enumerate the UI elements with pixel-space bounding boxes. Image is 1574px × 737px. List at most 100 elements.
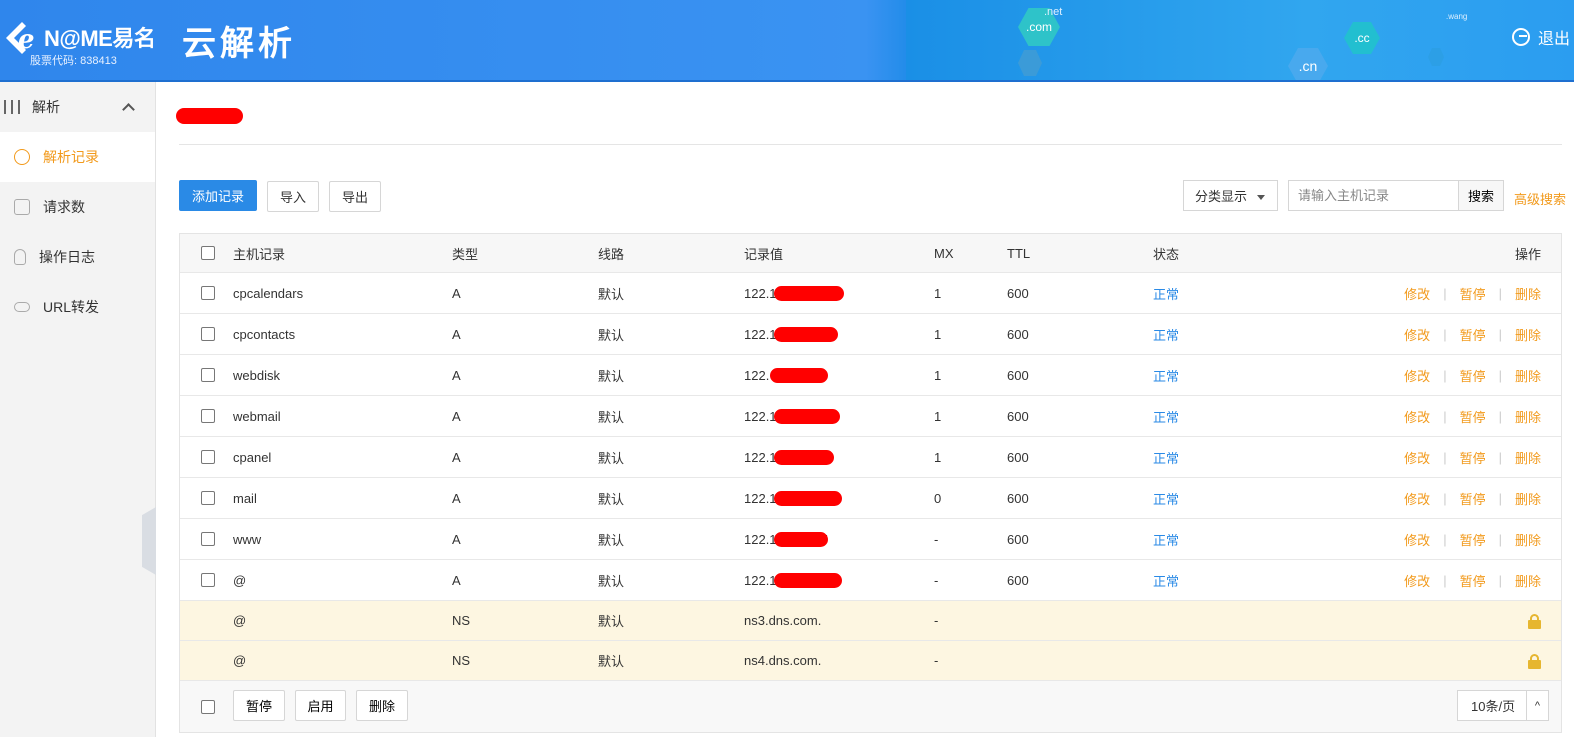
export-button[interactable]: 导出 [329,181,381,212]
value-redaction [774,286,844,301]
category-select[interactable]: 分类显示 [1183,180,1278,211]
separator: | [1443,449,1447,465]
delete-link[interactable]: 删除 [1515,325,1541,344]
row-checkbox[interactable] [201,532,215,546]
table-row: webmail A 默认 122.1 1 600 正常 修改 | 暂停 | 删除 [180,396,1561,437]
value-cell: 122.1 [744,437,834,477]
select-all-checkbox[interactable] [201,246,215,260]
search-button[interactable]: 搜索 [1458,180,1504,211]
line-cell: 默认 [598,491,625,507]
row-checkbox[interactable] [201,450,215,464]
edit-link[interactable]: 修改 [1404,571,1430,590]
line-cell: 默认 [598,327,625,343]
domain-title-redacted [176,108,243,124]
pause-link[interactable]: 暂停 [1460,366,1486,385]
logout-label: 退出 [1538,31,1571,48]
row-checkbox[interactable] [201,286,215,300]
sidebar-item-label: URL转发 [43,299,100,315]
line-cell: 默认 [598,450,625,466]
delete-link[interactable]: 删除 [1515,489,1541,508]
hex-cn: .cn [1288,48,1328,80]
sidebar-item-logs[interactable]: 操作日志 [0,232,155,282]
sidebar-item-records[interactable]: 解析记录 [0,132,155,182]
delete-link[interactable]: 删除 [1515,407,1541,426]
delete-link[interactable]: 删除 [1515,448,1541,467]
type-cell: A [452,490,461,506]
status-cell: 正常 [1153,327,1180,343]
delete-link[interactable]: 删除 [1515,366,1541,385]
host-cell: webdisk [233,367,280,383]
page-size-toggle[interactable]: ^ [1526,691,1548,720]
logout-button[interactable]: 退出 [1512,25,1570,49]
line-cell: 默认 [598,409,625,425]
footer-select-all-checkbox[interactable] [201,699,215,714]
add-record-button[interactable]: 添加记录 [179,180,257,211]
bulk-delete-button[interactable]: 删除 [356,690,408,721]
type-cell: A [452,367,461,383]
separator: | [1498,326,1502,342]
mx-cell: 1 [934,449,942,465]
ttl-cell: 600 [1007,367,1029,383]
sidebar-item-url-forward[interactable]: URL转发 [0,282,155,332]
ename-logo[interactable]: e N@ME易名 [4,20,156,55]
row-checkbox[interactable] [201,368,215,382]
sidebar-collapse-handle[interactable] [142,507,156,575]
pause-link[interactable]: 暂停 [1460,448,1486,467]
divider [179,144,1562,145]
page-size-select[interactable]: 10条/页 ^ [1457,690,1549,721]
bulk-pause-button[interactable]: 暂停 [233,690,285,721]
status-cell: 正常 [1153,532,1180,548]
delete-link[interactable]: 删除 [1515,284,1541,303]
edit-link[interactable]: 修改 [1404,284,1430,303]
pause-link[interactable]: 暂停 [1460,407,1486,426]
value-cell: 122.1 [744,478,842,518]
host-cell: cpanel [233,449,272,465]
separator: | [1498,367,1502,383]
delete-link[interactable]: 删除 [1515,530,1541,549]
pause-link[interactable]: 暂停 [1460,284,1486,303]
separator: | [1498,531,1502,547]
table-row: mail A 默认 122.1 0 600 正常 修改 | 暂停 | 删除 [180,478,1561,519]
ttl-cell: 600 [1007,449,1029,465]
host-cell: cpcontacts [233,326,296,342]
tld-net: .net [1044,6,1063,18]
mx-cell: - [934,653,939,668]
pause-link[interactable]: 暂停 [1460,489,1486,508]
header-host: 主机记录 [233,246,286,262]
sidebar-section-dns[interactable]: 解析 [0,82,155,132]
value-cell: 122.1 7 [744,519,828,559]
page-size-value: 10条/页 [1471,699,1516,714]
delete-link[interactable]: 删除 [1515,571,1541,590]
bulk-enable-button[interactable]: 启用 [295,690,346,721]
edit-link[interactable]: 修改 [1404,530,1430,549]
hand-pointer-icon [14,249,26,265]
row-checkbox[interactable] [201,491,215,505]
row-checkbox[interactable] [201,573,215,587]
sidebar-item-label: 操作日志 [39,249,95,265]
row-checkbox[interactable] [201,409,215,423]
value-cell: 122.1 [744,396,840,436]
header-decoration: .com .cc .cn .net .wang [906,0,1574,80]
type-cell: NS [452,613,471,628]
advanced-search-link[interactable]: 高级搜索 [1514,189,1566,208]
pause-link[interactable]: 暂停 [1460,325,1486,344]
header-type: 类型 [452,246,479,262]
pause-link[interactable]: 暂停 [1460,530,1486,549]
edit-link[interactable]: 修改 [1404,489,1430,508]
mx-cell: - [934,613,939,628]
import-button[interactable]: 导入 [267,181,319,212]
sidebar-item-requests[interactable]: 请求数 [0,182,155,232]
table-row: cpcontacts A 默认 122.1 1 600 正常 修改 | 暂停 |… [180,314,1561,355]
edit-link[interactable]: 修改 [1404,407,1430,426]
host-search-input[interactable] [1288,180,1459,211]
table-row: cpanel A 默认 122.1 1 600 正常 修改 | 暂停 | 删除 [180,437,1561,478]
value-redaction [774,491,842,506]
edit-link[interactable]: 修改 [1404,448,1430,467]
edit-link[interactable]: 修改 [1404,325,1430,344]
value-text: 122.1 [744,490,777,506]
lock-icon [1528,601,1541,640]
host-cell: @ [233,572,247,588]
row-checkbox[interactable] [201,327,215,341]
edit-link[interactable]: 修改 [1404,366,1430,385]
pause-link[interactable]: 暂停 [1460,571,1486,590]
